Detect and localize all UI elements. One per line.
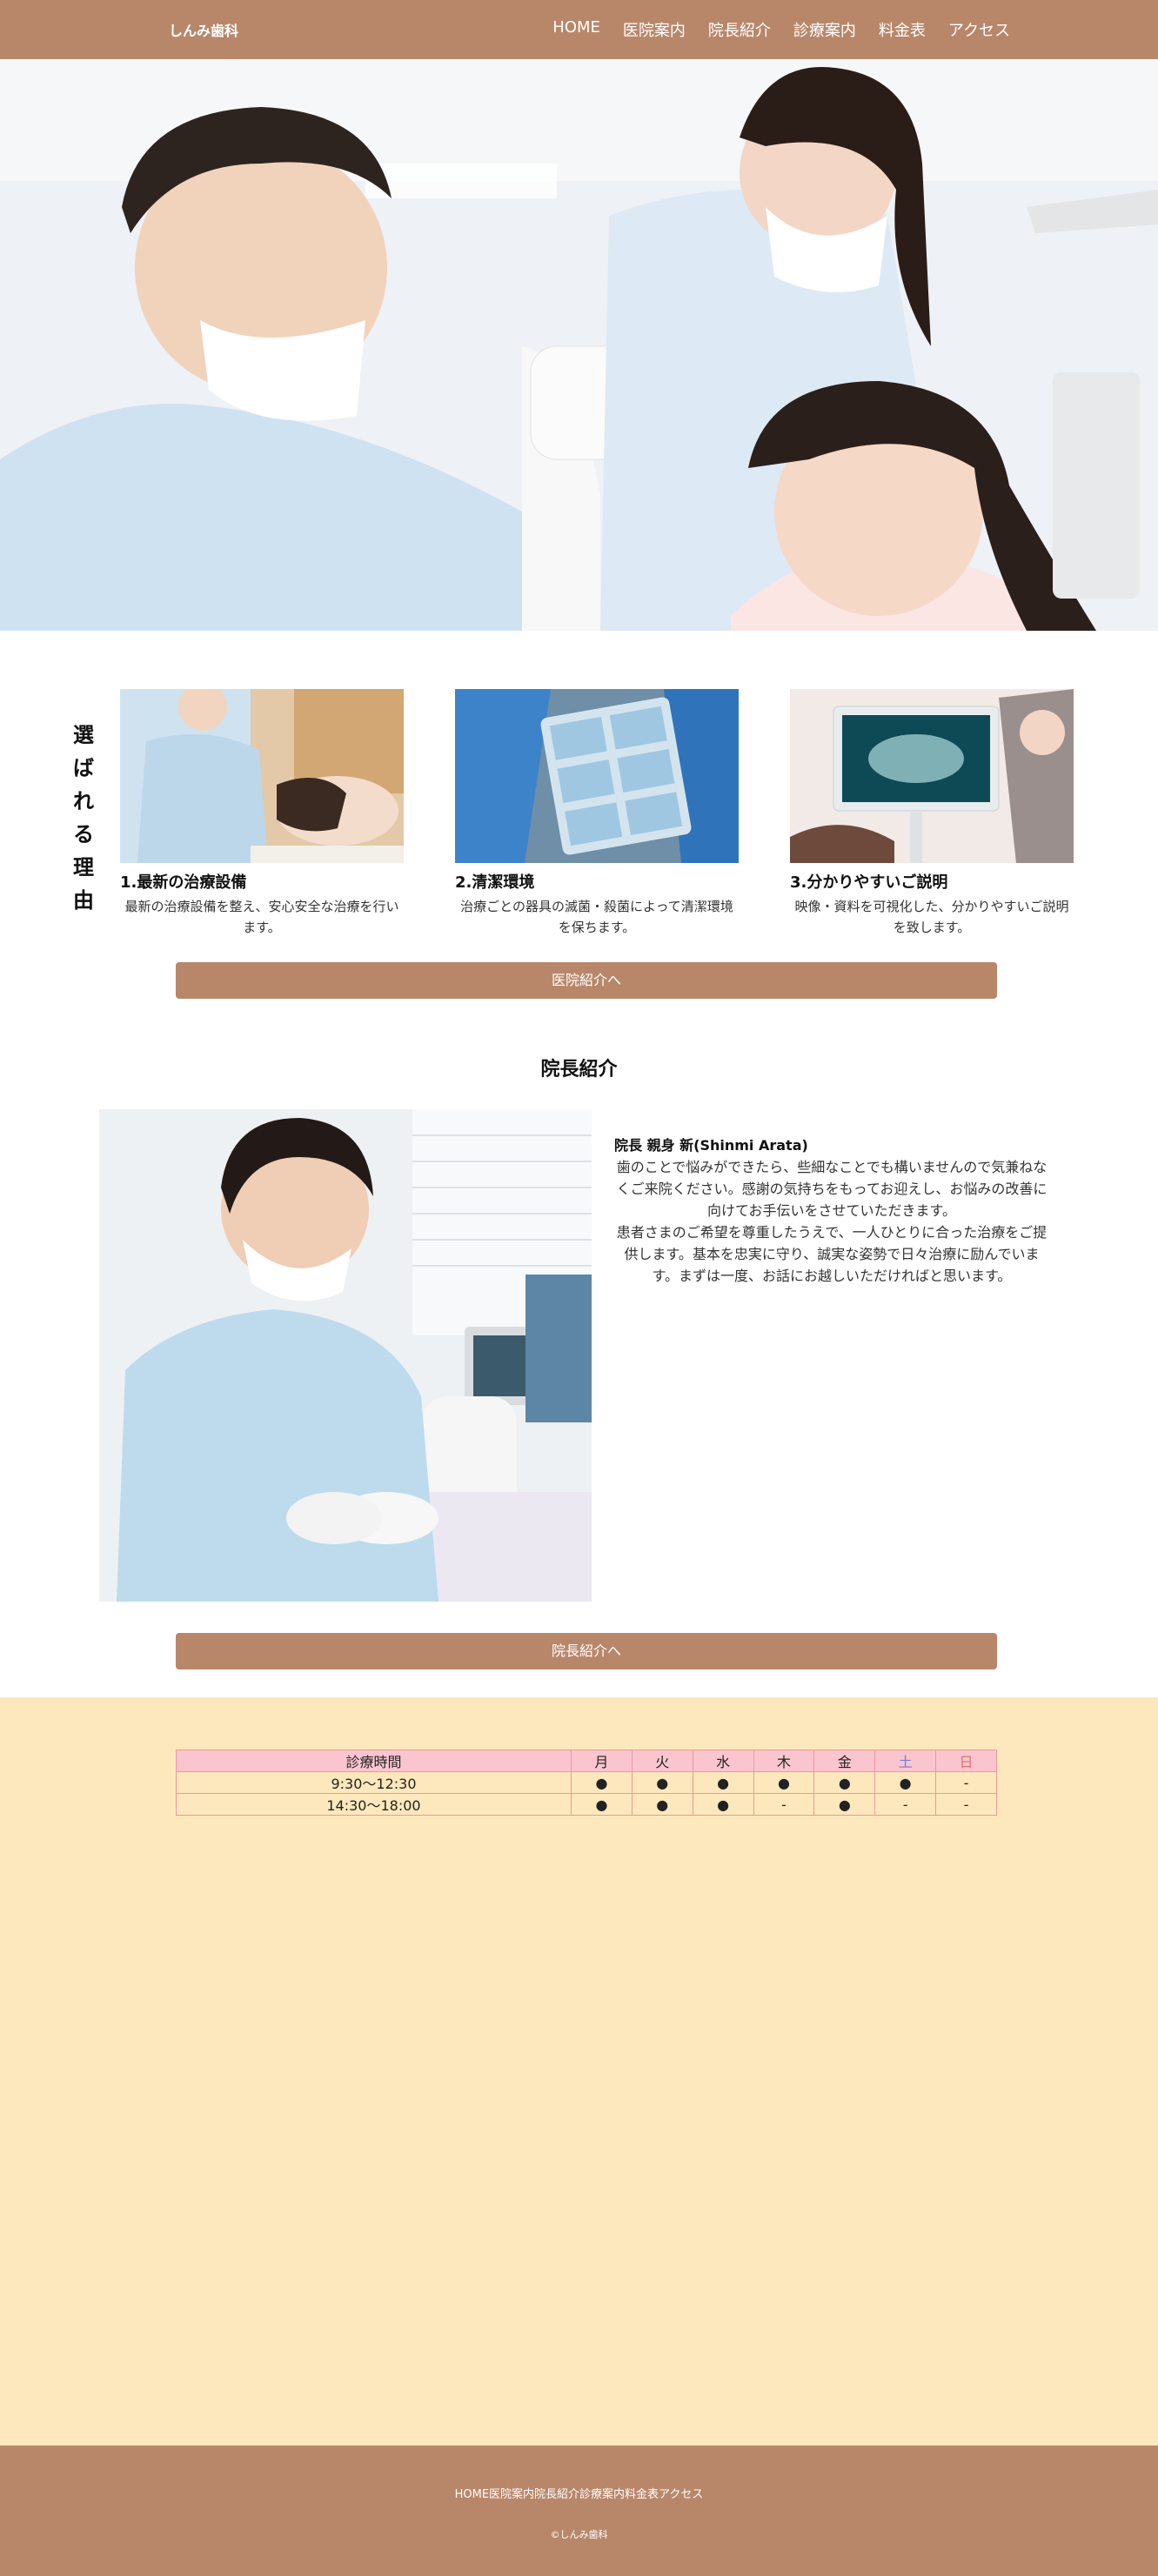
reason-card-3: 3.分かりやすいご説明 映像・資料を可視化した、分かりやすいご説明を致します。 — [790, 689, 1074, 938]
reason-desc-2: 治療ごとの器具の滅菌・殺菌によって清潔環境を保ちます。 — [460, 899, 733, 935]
director-illustration — [99, 1109, 592, 1602]
sterile-instruments-photo — [455, 689, 739, 863]
schedule-cell: ● — [571, 1793, 633, 1816]
reason-title-1: 1.最新の治療設備 — [120, 873, 247, 892]
table-row: 9:30〜12:30 ● ● ● ● ● ● - — [176, 1771, 997, 1794]
reason-desc-1: 最新の治療設備を整え、安心安全な治療を行います。 — [124, 899, 399, 935]
hero-illustration — [0, 59, 1158, 631]
director-photo — [99, 1109, 592, 1602]
schedule-cell: ● — [874, 1771, 937, 1794]
schedule-cell: - — [874, 1793, 937, 1816]
site-header: しんみ歯科 HOME 医院案内 院長紹介 診療案内 料金表 アクセス — [0, 0, 1158, 59]
reasons-title: 選ばれる理由 — [73, 723, 94, 913]
director-intro-button[interactable]: 院長紹介へ — [176, 1633, 997, 1669]
treatment-photo — [120, 689, 404, 863]
nav-clinic[interactable]: 医院案内 — [623, 18, 686, 41]
table-row: 14:30〜18:00 ● ● ● - ● - - — [176, 1793, 997, 1816]
site-logo[interactable]: しんみ歯科 — [169, 19, 238, 40]
director-paragraph-1: 歯のことで悩みができたら、些細なことでも構いませんので気兼ねなくご来院ください。… — [616, 1159, 1048, 1219]
schedule-cell: ● — [631, 1771, 693, 1794]
schedule-cell: ● — [753, 1771, 815, 1794]
schedule-header-row: 診療時間 月 火 水 木 金 土 日 — [176, 1750, 997, 1772]
schedule-time: 9:30〜12:30 — [176, 1771, 572, 1794]
reason-image-cleanliness — [455, 689, 739, 863]
reason-card-1: 1.最新の治療設備 最新の治療設備を整え、安心安全な治療を行います。 — [120, 689, 404, 938]
director-heading: 院長紹介 — [540, 1059, 618, 1081]
nav-access[interactable]: アクセス — [948, 18, 1010, 41]
reason-title-2: 2.清潔環境 — [455, 873, 535, 892]
nav-treatment[interactable]: 診療案内 — [793, 18, 856, 41]
nav-director[interactable]: 院長紹介 — [708, 18, 771, 41]
schedule-cell: - — [753, 1793, 815, 1816]
schedule-header-thu: 木 — [753, 1750, 815, 1772]
schedule-header-tue: 火 — [631, 1750, 693, 1772]
schedule-header-sat: 土 — [874, 1750, 937, 1772]
footer-nav[interactable]: HOME医院案内院長紹介診療案内料金表アクセス — [0, 2485, 1158, 2501]
site-footer: HOME医院案内院長紹介診療案内料金表アクセス ©しんみ歯科 — [0, 2446, 1158, 2576]
monitor-explanation-photo — [790, 689, 1074, 863]
schedule-header-fri: 金 — [813, 1750, 876, 1772]
schedule-header-time: 診療時間 — [176, 1750, 572, 1772]
reason-desc-3: 映像・資料を可視化した、分かりやすいご説明を致します。 — [794, 899, 1069, 935]
director-profile: 院長 親身 新(Shinmi Arata) 歯のことで悩みができたら、些細なこと… — [614, 1134, 1049, 1287]
schedule-header-wed: 水 — [692, 1750, 754, 1772]
main-nav: HOME 医院案内 院長紹介 診療案内 料金表 アクセス — [552, 18, 1010, 41]
nav-prices[interactable]: 料金表 — [879, 18, 926, 41]
nav-home[interactable]: HOME — [552, 18, 600, 41]
schedule-time: 14:30〜18:00 — [176, 1793, 572, 1816]
schedule-cell: ● — [692, 1771, 754, 1794]
reason-image-equipment — [120, 689, 404, 863]
schedule-cell: ● — [813, 1793, 876, 1816]
copyright: ©しんみ歯科 — [550, 2529, 608, 2540]
schedule-header-sun: 日 — [935, 1750, 997, 1772]
schedule-cell: ● — [692, 1793, 754, 1816]
schedule-cell: ● — [813, 1771, 876, 1794]
reason-image-explanation — [790, 689, 1074, 863]
reason-title-3: 3.分かりやすいご説明 — [790, 873, 948, 892]
schedule-table: 診療時間 月 火 水 木 金 土 日 9:30〜12:30 ● ● ● ● ● … — [176, 1750, 997, 1816]
director-name: 院長 親身 新(Shinmi Arata) — [614, 1137, 808, 1154]
schedule-cell: ● — [571, 1771, 633, 1794]
schedule-cell: ● — [631, 1793, 693, 1816]
schedule-cell: - — [935, 1793, 997, 1816]
schedule-cell: - — [935, 1771, 997, 1794]
reason-card-2: 2.清潔環境 治療ごとの器具の滅菌・殺菌によって清潔環境を保ちます。 — [455, 689, 739, 938]
schedule-header-mon: 月 — [571, 1750, 633, 1772]
director-paragraph-2: 患者さまのご希望を尊重したうえで、一人ひとりに合った治療をご提供します。基本を忠… — [616, 1224, 1048, 1284]
hero-image — [0, 59, 1158, 631]
clinic-intro-button[interactable]: 医院紹介へ — [176, 962, 997, 999]
